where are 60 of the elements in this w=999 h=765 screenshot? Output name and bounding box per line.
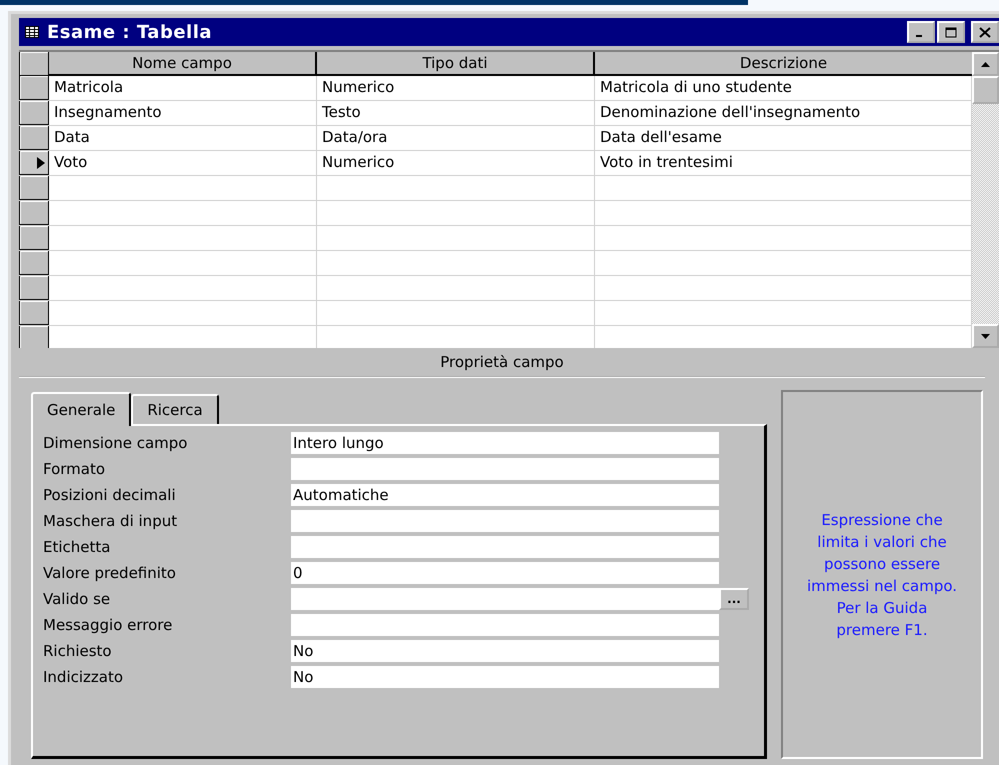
table-cell: Voto (49, 151, 317, 175)
corner-cell (19, 52, 49, 76)
table-cell: Testo (317, 101, 595, 125)
close-button[interactable] (971, 21, 999, 43)
row-selector[interactable] (19, 201, 49, 225)
table-cell: Matricola (49, 76, 317, 100)
row-selector[interactable] (19, 126, 49, 150)
table-cell: Insegnamento (49, 101, 317, 125)
property-label: Formato (43, 460, 106, 478)
row-selector[interactable] (19, 151, 49, 175)
row-selector[interactable] (19, 76, 49, 100)
property-field[interactable] (291, 588, 719, 610)
maximize-icon (945, 26, 957, 38)
table-cell: Data/ora (317, 126, 595, 150)
property-label: Richiesto (43, 642, 113, 660)
builder-button[interactable]: ... (719, 588, 749, 610)
property-label: Valore predefinito (43, 564, 177, 582)
column-header[interactable]: Nome campo (49, 52, 317, 76)
property-label: Dimensione campo (43, 434, 188, 452)
scroll-down-icon (981, 334, 990, 338)
window-title: Esame : Tabella (47, 22, 212, 42)
property-field[interactable]: No (291, 640, 719, 662)
property-field[interactable]: Automatiche (291, 484, 719, 506)
table-cell: Data (49, 126, 317, 150)
property-field[interactable]: 0 (291, 562, 719, 584)
section-title: Proprietà campo (19, 348, 985, 378)
property-field[interactable]: No (291, 666, 719, 688)
tab[interactable]: Ricerca (131, 394, 219, 424)
property-label: Etichetta (43, 538, 112, 556)
property-field[interactable] (291, 458, 719, 480)
property-field[interactable] (291, 614, 719, 636)
property-label: Messaggio errore (43, 616, 174, 634)
row-selector[interactable] (19, 301, 49, 325)
column-header[interactable]: Tipo dati (317, 52, 595, 76)
property-field[interactable]: Intero lungo (291, 432, 719, 454)
property-label: Maschera di input (43, 512, 178, 530)
scroll-up-icon (981, 62, 990, 66)
table-icon (25, 26, 39, 38)
property-label: Indicizzato (43, 668, 124, 686)
row-selector[interactable] (19, 101, 49, 125)
minimize-icon (916, 35, 922, 37)
row-selector[interactable] (19, 276, 49, 300)
property-field[interactable] (291, 510, 719, 532)
scroll-thumb[interactable] (972, 76, 999, 104)
table-cell: Numerico (317, 151, 595, 175)
help-text: Espressione che limita i valori che possono essere immessi nel campo. Per la Guida premere F1. (806, 510, 958, 640)
vertical-scrollbar[interactable] (972, 52, 999, 348)
row-selector[interactable] (19, 251, 49, 275)
current-row-icon (37, 156, 45, 168)
maximize-button[interactable] (937, 21, 965, 43)
row-selector[interactable] (19, 326, 49, 348)
property-label: Posizioni decimali (43, 486, 177, 504)
row-selector[interactable] (19, 226, 49, 250)
tab[interactable]: Generale (31, 392, 132, 426)
close-icon (979, 26, 991, 38)
column-header[interactable]: Descrizione (595, 52, 972, 76)
table-cell: Numerico (317, 76, 595, 100)
property-field[interactable] (291, 536, 719, 558)
row-selector[interactable] (19, 176, 49, 200)
property-label: Valido se (43, 590, 112, 608)
